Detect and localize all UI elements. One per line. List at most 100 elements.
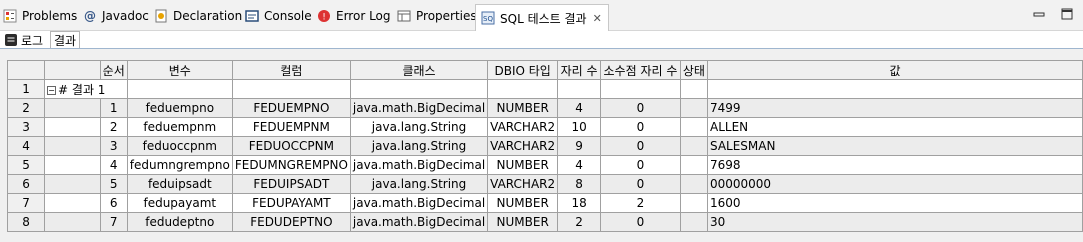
value-cell[interactable]: 7499 xyxy=(706,98,1083,118)
col-header-class[interactable]: 클래스 xyxy=(349,60,489,80)
dbio-type-cell[interactable]: NUMBER xyxy=(487,212,559,232)
empty-cell xyxy=(706,79,1083,99)
col-header-column[interactable]: 컬럼 xyxy=(231,60,351,80)
table-row[interactable]: 3 2 feduempnm FEDUEMPNM java.lang.String VARC… xyxy=(6,117,1083,137)
value-cell[interactable]: 00000000 xyxy=(706,174,1083,194)
empty-cell xyxy=(487,79,559,99)
col-header-value[interactable]: 값 xyxy=(706,60,1083,80)
value-cell[interactable]: 30 xyxy=(706,212,1083,232)
tab-declaration[interactable]: Declaration xyxy=(153,5,242,27)
order-cell[interactable]: 1 xyxy=(99,98,128,118)
tab-console[interactable]: Console xyxy=(244,5,312,27)
table-row[interactable]: 6 5 feduipsadt FEDUIPSADT java.lang.String VA… xyxy=(6,174,1083,194)
scale-cell[interactable]: 0 xyxy=(600,117,681,137)
dbio-type-cell[interactable]: VARCHAR2 xyxy=(487,174,559,194)
status-cell[interactable] xyxy=(679,155,708,175)
tab-sql-test-result[interactable]: SQ SQL 테스트 결과 ✕ xyxy=(475,4,609,31)
order-cell[interactable]: 7 xyxy=(99,212,128,232)
length-cell[interactable]: 10 xyxy=(557,117,602,137)
minimize-icon[interactable] xyxy=(1033,8,1045,20)
tab-error-log[interactable]: ! Error Log xyxy=(316,5,391,27)
col-header-variable[interactable]: 변수 xyxy=(126,60,233,80)
column-cell[interactable]: FEDUDEPTNO xyxy=(231,212,351,232)
dbio-type-cell[interactable]: NUMBER xyxy=(487,98,559,118)
scale-cell[interactable]: 0 xyxy=(600,136,681,156)
class-cell[interactable]: java.math.BigDecimal xyxy=(349,212,489,232)
col-header-scale[interactable]: 소수점 자리 수 xyxy=(600,60,681,80)
column-cell[interactable]: FEDUEMPNO xyxy=(231,98,351,118)
order-cell[interactable]: 5 xyxy=(99,174,128,194)
status-cell[interactable] xyxy=(679,174,708,194)
order-cell[interactable]: 2 xyxy=(99,117,128,137)
subtab-log[interactable]: 로그 xyxy=(1,31,46,49)
table-row[interactable]: 4 3 feduoccpnm FEDUOCCPNM java.lang.String VA… xyxy=(6,136,1083,156)
column-cell[interactable]: FEDUEMPNM xyxy=(231,117,351,137)
order-cell[interactable]: 3 xyxy=(99,136,128,156)
dbio-type-cell[interactable]: NUMBER xyxy=(487,193,559,213)
status-cell[interactable] xyxy=(679,193,708,213)
table-row[interactable]: 5 4 fedumngrempno FEDUMNGREMPNO java.math.Bi… xyxy=(6,155,1083,175)
status-cell[interactable] xyxy=(679,136,708,156)
scale-cell[interactable]: 0 xyxy=(600,155,681,175)
table-row[interactable]: 2 1 feduempno FEDUEMPNO java.math.BigDecimal… xyxy=(6,98,1083,118)
value-cell[interactable]: 7698 xyxy=(706,155,1083,175)
table-row-group[interactable]: 1 − # 결과 1 xyxy=(6,79,1083,99)
dbio-type-cell[interactable]: VARCHAR2 xyxy=(487,136,559,156)
column-cell[interactable]: FEDUMNGREMPNO xyxy=(231,155,351,175)
row-number: 2 xyxy=(6,98,46,118)
class-cell[interactable]: java.math.BigDecimal xyxy=(349,155,489,175)
col-header-order[interactable]: 순서 xyxy=(99,60,128,80)
variable-cell[interactable]: fedupayamt xyxy=(126,193,233,213)
variable-cell[interactable]: fedudeptno xyxy=(126,212,233,232)
variable-cell[interactable]: feduoccpnm xyxy=(126,136,233,156)
status-cell[interactable] xyxy=(679,212,708,232)
dbio-type-cell[interactable]: VARCHAR2 xyxy=(487,117,559,137)
tab-error-log-label: Error Log xyxy=(336,9,391,23)
class-cell[interactable]: java.math.BigDecimal xyxy=(349,193,489,213)
tab-properties[interactable]: Properties xyxy=(396,5,477,27)
tab-javadoc[interactable]: @ Javadoc xyxy=(82,5,149,27)
length-cell[interactable]: 9 xyxy=(557,136,602,156)
table-row[interactable]: 8 7 fedudeptno FEDUDEPTNO java.math.BigDecim… xyxy=(6,212,1083,232)
table-row[interactable]: 7 6 fedupayamt FEDUPAYAMT java.math.BigDecim… xyxy=(6,193,1083,213)
col-header-length[interactable]: 자리 수 xyxy=(557,60,602,80)
variable-cell[interactable]: feduipsadt xyxy=(126,174,233,194)
value-cell[interactable]: ALLEN xyxy=(706,117,1083,137)
class-cell[interactable]: java.lang.String xyxy=(349,117,489,137)
variable-cell[interactable]: fedumngrempno xyxy=(126,155,233,175)
dbio-type-cell[interactable]: NUMBER xyxy=(487,155,559,175)
status-cell[interactable] xyxy=(679,98,708,118)
class-cell[interactable]: java.lang.String xyxy=(349,174,489,194)
length-cell[interactable]: 18 xyxy=(557,193,602,213)
close-icon[interactable]: ✕ xyxy=(593,12,602,25)
variable-cell[interactable]: feduempno xyxy=(126,98,233,118)
subtab-result[interactable]: 결과 xyxy=(50,31,81,49)
length-cell[interactable]: 8 xyxy=(557,174,602,194)
collapse-icon[interactable]: − xyxy=(47,85,57,95)
value-cell[interactable]: SALESMAN xyxy=(706,136,1083,156)
group-cell[interactable]: − # 결과 1 xyxy=(44,79,128,99)
value-cell[interactable]: 1600 xyxy=(706,193,1083,213)
tab-javadoc-label: Javadoc xyxy=(102,9,149,23)
scale-cell[interactable]: 0 xyxy=(600,98,681,118)
length-cell[interactable]: 4 xyxy=(557,98,602,118)
col-header-status[interactable]: 상태 xyxy=(679,60,708,80)
column-cell[interactable]: FEDUPAYAMT xyxy=(231,193,351,213)
tab-problems[interactable]: Problems xyxy=(2,5,77,27)
order-cell[interactable]: 4 xyxy=(99,155,128,175)
scale-cell[interactable]: 0 xyxy=(600,174,681,194)
column-cell[interactable]: FEDUIPSADT xyxy=(231,174,351,194)
status-cell[interactable] xyxy=(679,117,708,137)
col-header-dbio-type[interactable]: DBIO 타입 xyxy=(487,60,559,80)
maximize-icon[interactable] xyxy=(1061,8,1073,20)
length-cell[interactable]: 4 xyxy=(557,155,602,175)
scale-cell[interactable]: 0 xyxy=(600,212,681,232)
length-cell[interactable]: 2 xyxy=(557,212,602,232)
scale-cell[interactable]: 2 xyxy=(600,193,681,213)
class-cell[interactable]: java.math.BigDecimal xyxy=(349,98,489,118)
window-buttons xyxy=(1033,8,1073,20)
order-cell[interactable]: 6 xyxy=(99,193,128,213)
class-cell[interactable]: java.lang.String xyxy=(349,136,489,156)
column-cell[interactable]: FEDUOCCPNM xyxy=(231,136,351,156)
variable-cell[interactable]: feduempnm xyxy=(126,117,233,137)
